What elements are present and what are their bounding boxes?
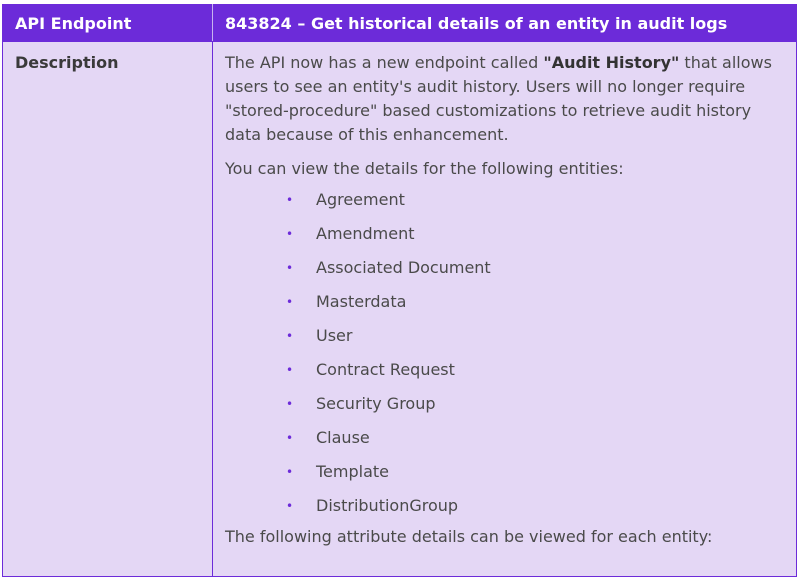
bullet-icon: • bbox=[286, 261, 294, 275]
audit-history-name: "Audit History" bbox=[543, 53, 680, 72]
entity-name: Associated Document bbox=[316, 258, 491, 277]
release-notes-table: API Endpoint 843824 – Get historical det… bbox=[2, 4, 797, 577]
description-content: The API now has a new endpoint called "A… bbox=[212, 41, 797, 577]
entities-intro: You can view the details for the followi… bbox=[225, 159, 624, 178]
intro-prefix: The API now has a new endpoint called bbox=[225, 53, 544, 72]
list-item: • User bbox=[225, 319, 784, 353]
entity-name: Clause bbox=[316, 428, 370, 447]
list-item: • Amendment bbox=[225, 217, 784, 251]
entity-name: DistributionGroup bbox=[316, 496, 459, 515]
entity-name: Masterdata bbox=[316, 292, 407, 311]
list-item: • Associated Document bbox=[225, 251, 784, 285]
entity-name: Template bbox=[316, 462, 390, 481]
description-intro: The API now has a new endpoint called "A… bbox=[225, 51, 784, 147]
bullet-icon: • bbox=[286, 465, 294, 479]
list-item: • Masterdata bbox=[225, 285, 784, 319]
list-item: • DistributionGroup bbox=[225, 489, 784, 523]
list-item: • Clause bbox=[225, 421, 784, 455]
bullet-icon: • bbox=[286, 193, 294, 207]
list-item: • Security Group bbox=[225, 387, 784, 421]
entity-name: Amendment bbox=[316, 224, 415, 243]
entity-name: Agreement bbox=[316, 190, 405, 209]
list-item: • Agreement bbox=[225, 183, 784, 217]
header-endpoint-title: 843824 – Get historical details of an en… bbox=[212, 4, 797, 42]
entity-name: User bbox=[316, 326, 353, 345]
description-label: Description bbox=[2, 41, 213, 577]
entity-name: Security Group bbox=[316, 394, 436, 413]
attributes-intro: The following attribute details can be v… bbox=[225, 527, 713, 546]
entity-list: • Agreement • Amendment • Associated Document… bbox=[225, 183, 784, 523]
list-item: • Contract Request bbox=[225, 353, 784, 387]
bullet-icon: • bbox=[286, 499, 294, 513]
header-api-endpoint-label: API Endpoint bbox=[2, 4, 213, 42]
entity-name: Contract Request bbox=[316, 360, 455, 379]
bullet-icon: • bbox=[286, 397, 294, 411]
bullet-icon: • bbox=[286, 329, 294, 343]
bullet-icon: • bbox=[286, 431, 294, 445]
list-item: • Template bbox=[225, 455, 784, 489]
bullet-icon: • bbox=[286, 227, 294, 241]
bullet-icon: • bbox=[286, 363, 294, 377]
table-header-row: API Endpoint 843824 – Get historical det… bbox=[2, 4, 797, 42]
description-row: Description The API now has a new endpoi… bbox=[2, 41, 797, 577]
bullet-icon: • bbox=[286, 295, 294, 309]
